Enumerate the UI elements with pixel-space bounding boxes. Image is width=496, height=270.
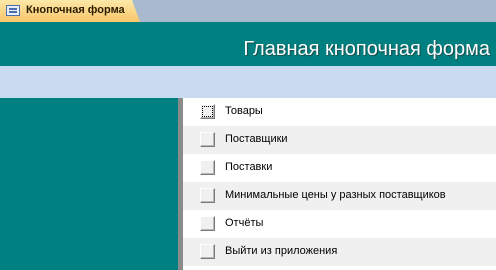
menu-button-products[interactable]: [200, 104, 215, 119]
menu-item-suppliers: Поставщики: [183, 126, 496, 154]
menu-button-exit[interactable]: [200, 244, 215, 259]
left-panel: [0, 98, 178, 270]
form-header: Главная кнопочная форма: [0, 22, 496, 66]
menu-item-deliveries: Поставки: [183, 154, 496, 182]
document-tabstrip: Кнопочная форма: [0, 0, 496, 22]
tab-switchboard-form[interactable]: Кнопочная форма: [0, 0, 140, 22]
switchboard-menu: Товары Поставщики Поставки Минимальные ц…: [183, 98, 496, 270]
menu-item-min-prices: Минимальные цены у разных поставщиков: [183, 182, 496, 210]
menu-button-suppliers[interactable]: [200, 132, 215, 147]
menu-item-reports: Отчёты: [183, 210, 496, 238]
menu-button-min-prices[interactable]: [200, 188, 215, 203]
form-title: Главная кнопочная форма: [243, 38, 490, 60]
menu-item-exit: Выйти из приложения: [183, 238, 496, 266]
menu-button-reports[interactable]: [200, 216, 215, 231]
menu-label[interactable]: Выйти из приложения: [225, 245, 337, 257]
menu-item-products: Товары: [183, 98, 496, 126]
menu-button-deliveries[interactable]: [200, 160, 215, 175]
menu-label[interactable]: Товары: [225, 105, 263, 117]
menu-label[interactable]: Поставщики: [225, 133, 288, 145]
menu-label[interactable]: Отчёты: [225, 217, 263, 229]
menu-label[interactable]: Минимальные цены у разных поставщиков: [225, 189, 446, 201]
form-icon: [6, 5, 20, 16]
header-subband: [0, 66, 496, 98]
menu-label[interactable]: Поставки: [225, 161, 272, 173]
tab-label: Кнопочная форма: [26, 4, 125, 16]
